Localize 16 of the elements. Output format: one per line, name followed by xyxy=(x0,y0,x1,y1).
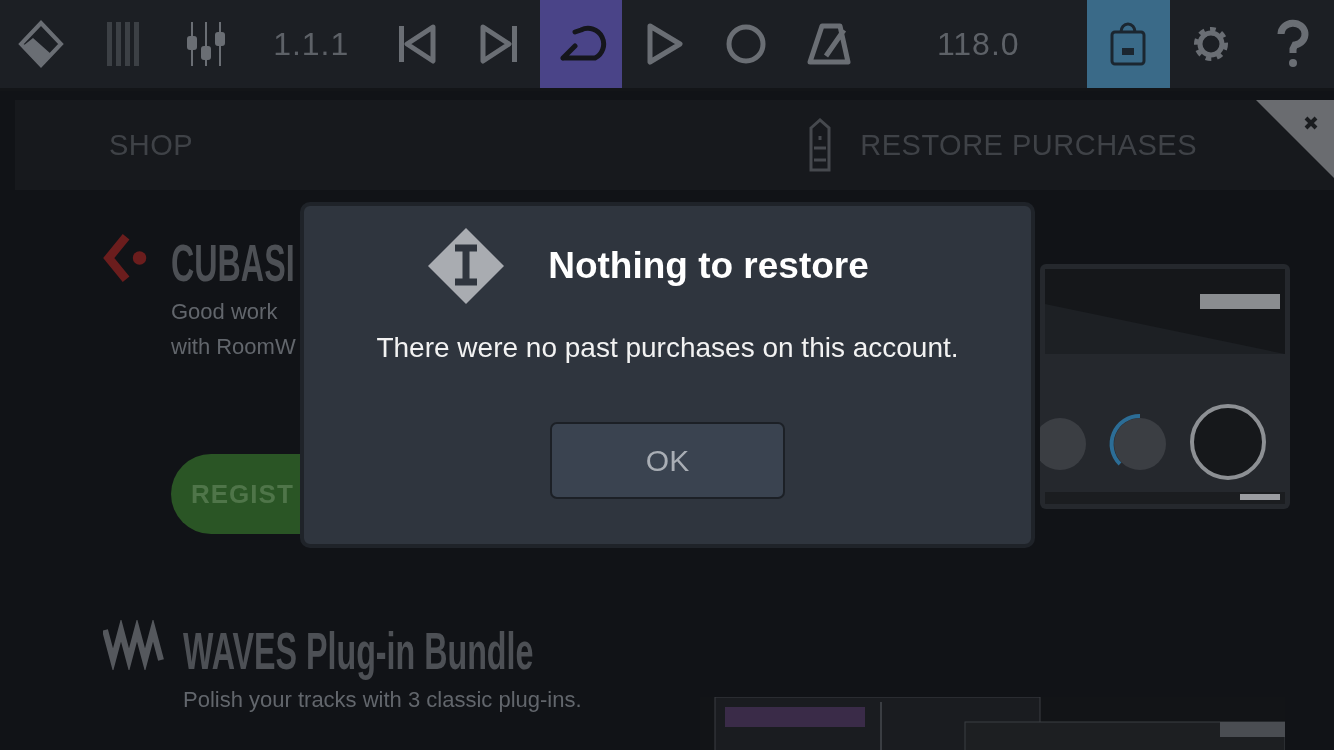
wave-logo-icon xyxy=(103,620,165,670)
ok-button[interactable]: OK xyxy=(550,422,785,499)
dialog-title: Nothing to restore xyxy=(548,245,869,287)
close-button[interactable] xyxy=(1256,100,1334,178)
shop-button[interactable] xyxy=(1087,0,1170,88)
info-diamond-icon xyxy=(426,226,507,306)
product-title: WAVES Plug-in Bundle xyxy=(183,621,534,682)
position-display[interactable]: 1.1.1 xyxy=(273,25,350,63)
price-tag-icon xyxy=(808,118,833,172)
product-description: Good work xyxy=(171,298,279,326)
product-description: with RoomW xyxy=(171,333,297,361)
dialog-message: There were no past purchases on this account. xyxy=(376,332,959,364)
loop-button[interactable] xyxy=(540,0,623,88)
product-title: CUBASI xyxy=(171,233,295,294)
product-description: Polish your tracks with 3 classic plug-ins. xyxy=(183,686,583,714)
tempo-display[interactable]: 118.0 xyxy=(936,25,1020,63)
